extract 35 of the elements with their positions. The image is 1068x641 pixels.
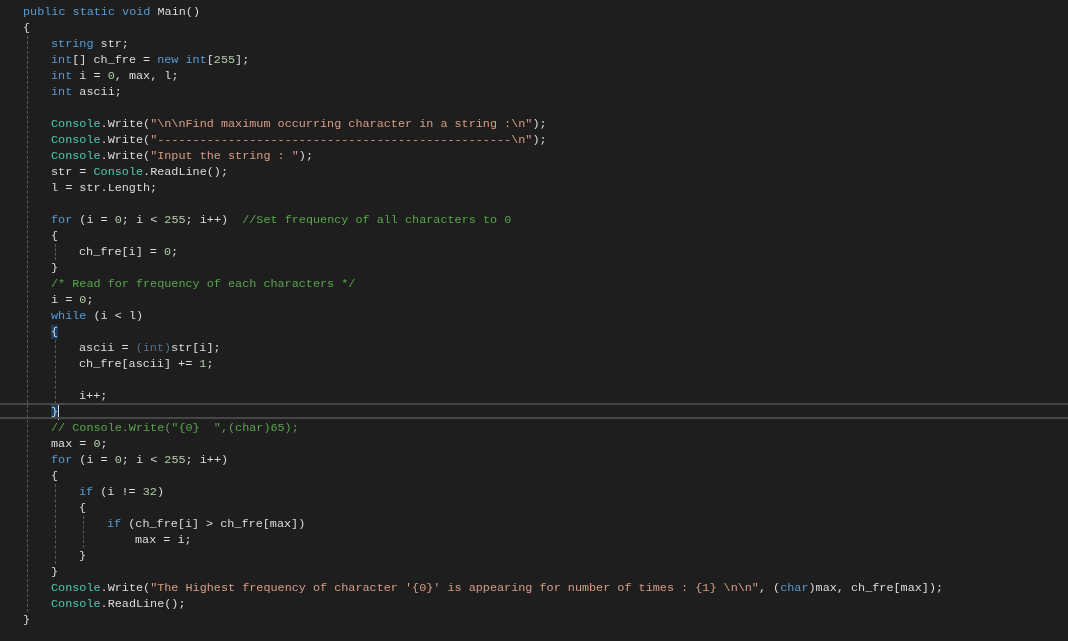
code-line: { — [51, 468, 59, 484]
code-line: Console.Write("The Highest frequency of character '{0}' is appearing for number of times : {1} \n\n", (char)max, ch_fre[max]); — [51, 580, 944, 596]
code-line: if (ch_fre[i] > ch_fre[max]) — [107, 516, 306, 532]
code-line: { — [79, 500, 87, 516]
code-line: max = i; — [135, 532, 192, 548]
code-line: max = 0; — [51, 436, 108, 452]
code-line: str = Console.ReadLine(); — [51, 164, 228, 180]
code-line: i = 0; — [51, 292, 94, 308]
code-line: Console.Write("\n\nFind maximum occurring character in a string :\n"); — [51, 116, 547, 132]
code-line: } — [51, 564, 59, 580]
code-line: for (i = 0; i < 255; i++) //Set frequency of all characters to 0 — [51, 212, 512, 228]
text-cursor — [58, 405, 60, 420]
code-line: l = str.Length; — [51, 180, 158, 196]
code-line: Console.Write("Input the string : "); — [51, 148, 313, 164]
code-line: { — [51, 228, 59, 244]
code-line: } — [23, 612, 31, 628]
code-line: } — [51, 260, 59, 276]
code-line: int[] ch_fre = new int[255]; — [51, 52, 250, 68]
code-line: public static void Main() — [23, 4, 200, 20]
code-line: string str; — [51, 36, 129, 52]
code-line: if (i != 32) — [79, 484, 164, 500]
code-line: i++; — [79, 388, 108, 404]
code-line: int ascii; — [51, 84, 122, 100]
code-line: Console.ReadLine(); — [51, 596, 186, 612]
code-line: // Console.Write("{0} ",(char)65); — [51, 420, 299, 436]
code-line: Console.Write("--------------------------------------------------\n"); — [51, 132, 547, 148]
code-line: int i = 0, max, l; — [51, 68, 179, 84]
code-line: } — [79, 548, 87, 564]
code-line: ch_fre[i] = 0; — [79, 244, 179, 260]
code-line: /* Read for frequency of each characters */ — [51, 276, 356, 292]
code-line: while (i < l) — [51, 308, 144, 324]
code-line: ascii = (int)str[i]; — [79, 340, 221, 356]
code-line: for (i = 0; i < 255; i++) — [51, 452, 229, 468]
code-line: ch_fre[ascii] += 1; — [79, 356, 214, 372]
code-line: { — [23, 20, 31, 36]
